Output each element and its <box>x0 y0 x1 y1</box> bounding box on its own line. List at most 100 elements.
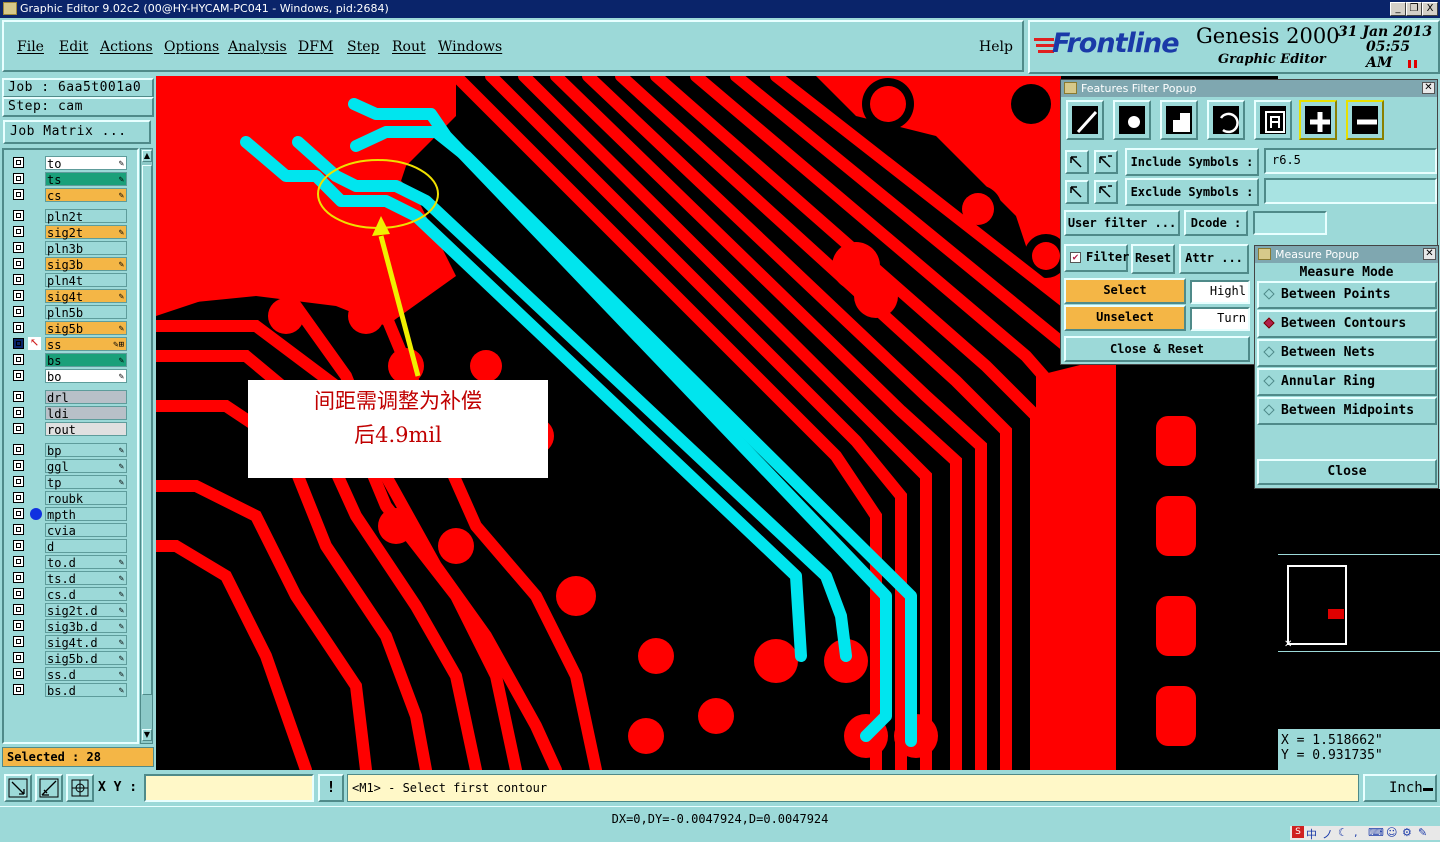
unselect-button[interactable]: Unselect <box>1064 305 1186 331</box>
menu-rout[interactable]: Rout <box>392 39 426 55</box>
layer-row-pln3b[interactable]: pln3b <box>11 241 127 256</box>
exclude-symbols-button[interactable]: Exclude Symbols : <box>1125 178 1259 206</box>
layer-name[interactable]: tp ✎ <box>45 475 127 490</box>
minimize-button[interactable]: _ <box>1390 2 1406 16</box>
ime-keyboard-icon[interactable]: ⌨ <box>1368 826 1384 839</box>
layer-checkbox[interactable] <box>13 338 24 349</box>
layer-row-bs[interactable]: bs ✎ <box>11 353 127 368</box>
layer-name[interactable]: ss ✎⊞ <box>45 337 127 352</box>
layer-name[interactable]: pln2t <box>45 209 127 224</box>
layer-checkbox[interactable] <box>13 210 24 221</box>
layer-row-bo[interactable]: bo ✎ <box>11 369 127 384</box>
alert-button[interactable]: ! <box>318 774 344 802</box>
measure-close-icon[interactable]: ✕ <box>1423 248 1436 260</box>
layer-checkbox[interactable] <box>13 274 24 285</box>
exclude-select-arrow-button[interactable] <box>1065 180 1089 204</box>
grid-snap-button[interactable] <box>66 774 94 802</box>
layer-name[interactable]: sig2t.d ✎ <box>45 603 127 618</box>
layer-row-sig4t[interactable]: sig4t ✎ <box>11 289 127 304</box>
layer-name[interactable]: pln3b <box>45 241 127 256</box>
layer-row-tp[interactable]: tp ✎ <box>11 475 127 490</box>
layer-checkbox[interactable] <box>13 460 24 471</box>
exclude-cursor-button[interactable] <box>1094 180 1118 204</box>
layer-row-cs[interactable]: cs ✎ <box>11 188 127 203</box>
layer-name[interactable]: ss.d ✎ <box>45 667 127 682</box>
zoom-area-button[interactable] <box>4 774 32 802</box>
layer-row-sig5b-d[interactable]: sig5b.d ✎ <box>11 651 127 666</box>
close-reset-button[interactable]: Close & Reset <box>1064 336 1250 362</box>
filter-arc-button[interactable] <box>1207 100 1245 140</box>
layer-row-to-d[interactable]: to.d ✎ <box>11 555 127 570</box>
layer-checkbox[interactable] <box>13 423 24 434</box>
layer-name[interactable]: cvia <box>45 523 127 538</box>
turn-dropdown[interactable]: Turn <box>1190 307 1250 331</box>
layer-row-pln5b[interactable]: pln5b <box>11 305 127 320</box>
layer-checkbox[interactable] <box>13 652 24 663</box>
layer-checkbox[interactable] <box>13 508 24 519</box>
layer-row-d[interactable]: d <box>11 539 127 554</box>
layer-name[interactable]: to.d ✎ <box>45 555 127 570</box>
menu-windows[interactable]: Windows <box>438 39 502 55</box>
layer-checkbox[interactable] <box>13 684 24 695</box>
layer-checkbox[interactable] <box>13 242 24 253</box>
layer-name[interactable]: bo ✎ <box>45 369 127 384</box>
layer-checkbox[interactable] <box>13 492 24 503</box>
layer-name[interactable]: ggl ✎ <box>45 459 127 474</box>
layer-name[interactable]: ldi <box>45 406 127 421</box>
layer-checkbox[interactable] <box>13 556 24 567</box>
layer-name[interactable]: sig4t.d ✎ <box>45 635 127 650</box>
layer-checkbox[interactable] <box>13 407 24 418</box>
include-symbols-button[interactable]: Include Symbols : <box>1125 148 1259 176</box>
filter-subtract-button[interactable] <box>1346 100 1384 140</box>
layer-name[interactable]: to ✎ <box>45 156 127 171</box>
layer-name[interactable]: bs ✎ <box>45 353 127 368</box>
dcode-input[interactable] <box>1253 211 1327 235</box>
dcode-button[interactable]: Dcode : <box>1184 210 1248 236</box>
layer-row-cs-d[interactable]: cs.d ✎ <box>11 587 127 602</box>
layer-name[interactable]: rout <box>45 422 127 437</box>
mode-between-points[interactable]: Between Points <box>1257 281 1437 309</box>
layer-checkbox[interactable] <box>13 290 24 301</box>
layer-name[interactable]: bs.d ✎ <box>45 683 127 698</box>
layer-checkbox[interactable] <box>13 322 24 333</box>
scroll-up-arrow-icon[interactable]: ▲ <box>142 150 152 162</box>
layer-name[interactable]: bp ✎ <box>45 443 127 458</box>
layer-name[interactable]: mpth <box>45 507 127 522</box>
job-matrix-button[interactable]: Job Matrix ... <box>3 120 151 144</box>
menu-step[interactable]: Step <box>347 39 379 55</box>
map-viewport-box[interactable] <box>1287 565 1347 645</box>
layer-checkbox[interactable] <box>13 620 24 631</box>
layer-row-sig4t-d[interactable]: sig4t.d ✎ <box>11 635 127 650</box>
filter-pad-button[interactable] <box>1113 100 1151 140</box>
layer-row-cvia[interactable]: cvia <box>11 523 127 538</box>
layer-name[interactable]: sig3b ✎ <box>45 257 127 272</box>
close-window-button[interactable]: X <box>1422 2 1438 16</box>
layer-checkbox[interactable] <box>13 524 24 535</box>
layer-checkbox[interactable] <box>13 604 24 615</box>
layer-name[interactable]: roubk <box>45 491 127 506</box>
layer-row-pln2t[interactable]: pln2t <box>11 209 127 224</box>
ime-tools-icon[interactable]: ✎ <box>1418 826 1427 839</box>
layer-checkbox[interactable] <box>13 189 24 200</box>
layer-row-sig2t-d[interactable]: sig2t.d ✎ <box>11 603 127 618</box>
layer-row-to[interactable]: to ✎ <box>11 156 127 171</box>
layer-row-ss-d[interactable]: ss.d ✎ <box>11 667 127 682</box>
ime-settings-icon[interactable]: ⚙ <box>1402 826 1412 839</box>
reset-button[interactable]: Reset <box>1131 244 1175 274</box>
layer-checkbox[interactable] <box>13 588 24 599</box>
filter-toggle[interactable]: ✔ Filter <box>1064 244 1129 272</box>
menu-edit[interactable]: Edit <box>59 39 88 55</box>
layer-checkbox[interactable] <box>13 572 24 583</box>
layer-checkbox[interactable] <box>13 540 24 551</box>
select-button[interactable]: Select <box>1064 278 1186 304</box>
layer-checkbox[interactable] <box>13 668 24 679</box>
include-symbols-input[interactable]: r6.5 <box>1264 148 1437 174</box>
include-cursor-button[interactable] <box>1094 150 1118 174</box>
user-filter-button[interactable]: User filter ... <box>1064 210 1180 236</box>
menu-dfm[interactable]: DFM <box>298 39 333 55</box>
layer-checkbox[interactable] <box>13 636 24 647</box>
layer-checkbox[interactable] <box>13 226 24 237</box>
layer-row-ldi[interactable]: ldi <box>11 406 127 421</box>
layer-row-ts[interactable]: ts ✎ <box>11 172 127 187</box>
layer-name[interactable]: pln5b <box>45 305 127 320</box>
